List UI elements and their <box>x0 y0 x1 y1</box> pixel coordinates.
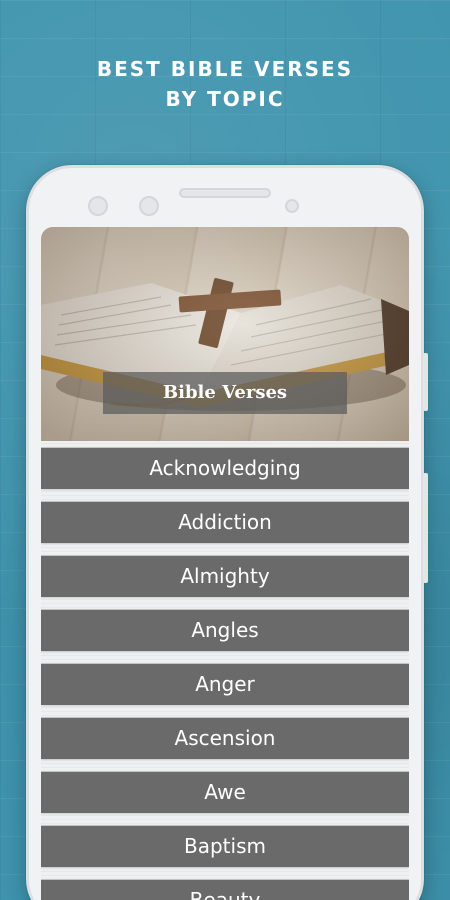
topic-button-anger[interactable]: Anger <box>41 663 409 705</box>
topic-button-addiction[interactable]: Addiction <box>41 501 409 543</box>
phone-power-button <box>423 353 428 411</box>
promo-headline-line1: BEST BIBLE VERSES <box>96 57 354 81</box>
topic-button-almighty[interactable]: Almighty <box>41 555 409 597</box>
front-sensor-icon <box>139 196 159 216</box>
promo-headline-line2: BY TOPIC <box>165 87 285 111</box>
topic-button-ascension[interactable]: Ascension <box>41 717 409 759</box>
topic-button-awe[interactable]: Awe <box>41 771 409 813</box>
promo-headline: BEST BIBLE VERSES BY TOPIC <box>0 54 450 114</box>
front-camera-icon <box>88 196 108 216</box>
proximity-sensor-icon <box>285 199 299 213</box>
phone-volume-button <box>423 473 428 583</box>
earpiece-speaker <box>179 188 271 198</box>
hero-title: Bible Verses <box>103 372 347 414</box>
phone-frame: Bible Verses Acknowledging Addiction Alm… <box>26 165 428 900</box>
topic-button-acknowledging[interactable]: Acknowledging <box>41 447 409 489</box>
topic-button-baptism[interactable]: Baptism <box>41 825 409 867</box>
topic-button-angles[interactable]: Angles <box>41 609 409 651</box>
app-screen: Bible Verses Acknowledging Addiction Alm… <box>41 227 409 900</box>
hero-banner: Bible Verses <box>41 227 409 441</box>
topic-button-beauty[interactable]: Beauty <box>41 879 409 900</box>
